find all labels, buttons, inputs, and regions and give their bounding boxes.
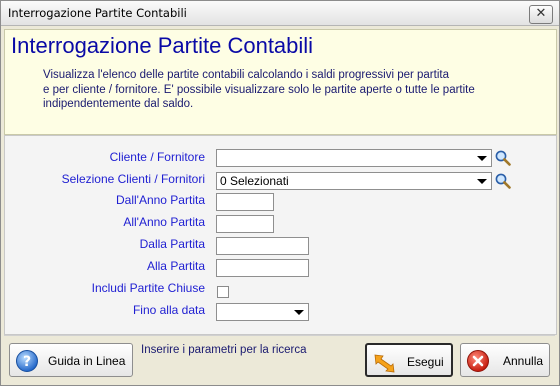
selezione-clienti-label: Selezione Clienti / Fornitori [61, 172, 205, 186]
dall-anno-input[interactable] [216, 193, 274, 211]
chevron-down-icon[interactable] [294, 310, 304, 315]
chevron-down-icon[interactable] [477, 156, 487, 161]
search-icon[interactable] [494, 149, 512, 167]
window-title: Interrogazione Partite Contabili [8, 6, 187, 20]
dalla-partita-label: Dalla Partita [139, 237, 205, 251]
selezione-clienti-value: 0 Selezionati [220, 174, 289, 188]
chevron-down-icon[interactable] [477, 179, 487, 184]
page-title: Interrogazione Partite Contabili [11, 33, 314, 58]
execute-arrow-icon [374, 354, 395, 373]
all-anno-label: All'Anno Partita [123, 215, 205, 229]
help-button[interactable]: ? Guida in Linea [9, 343, 133, 377]
close-button[interactable]: ✕ [529, 5, 553, 24]
search-icon[interactable] [494, 172, 512, 190]
description-line: Visualizza l'elenco delle partite contab… [43, 69, 449, 81]
title-bar[interactable]: Interrogazione Partite Contabili ✕ [1, 1, 559, 26]
footer-bar: ? Guida in Linea Inserire i parametri pe… [4, 335, 555, 382]
includi-chiuse-checkbox[interactable] [217, 286, 229, 298]
selezione-clienti-combo[interactable]: 0 Selezionati [216, 172, 492, 190]
fino-data-picker[interactable] [216, 303, 309, 321]
cancel-button-label: Annulla [503, 354, 544, 368]
dall-anno-label: Dall'Anno Partita [115, 193, 205, 207]
close-icon: ✕ [535, 6, 547, 21]
alla-partita-input[interactable] [216, 259, 309, 277]
all-anno-input[interactable] [216, 215, 274, 233]
dialog-window: Interrogazione Partite Contabili ✕ Inter… [0, 0, 560, 386]
search-form: Cliente / Fornitore Selezione Clienti / … [4, 135, 557, 335]
svg-text:?: ? [23, 354, 31, 370]
info-header: Interrogazione Partite Contabili Visuali… [4, 29, 557, 135]
cancel-button[interactable]: Annulla [460, 343, 550, 377]
alla-partita-label: Alla Partita [146, 259, 205, 273]
dalla-partita-input[interactable] [216, 237, 309, 255]
cliente-fornitore-combo[interactable] [216, 149, 492, 167]
execute-button-label: Esegui [407, 355, 444, 369]
fino-data-label: Fino alla data [132, 303, 205, 317]
execute-button[interactable]: Esegui [365, 343, 453, 377]
description-line: indipendentemente dal saldo. [43, 98, 194, 110]
includi-chiuse-label: Includi Partite Chiuse [91, 281, 205, 295]
status-message: Inserire i parametri per la ricerca [141, 344, 307, 356]
description-line: e per cliente / fornitore. E' possibile … [43, 83, 475, 96]
cliente-fornitore-label: Cliente / Fornitore [109, 150, 205, 164]
help-question-icon: ? [16, 350, 38, 372]
description-text: Visualizza l'elenco delle partite contab… [43, 68, 543, 112]
cancel-x-icon [467, 350, 489, 372]
help-button-label: Guida in Linea [48, 354, 126, 368]
